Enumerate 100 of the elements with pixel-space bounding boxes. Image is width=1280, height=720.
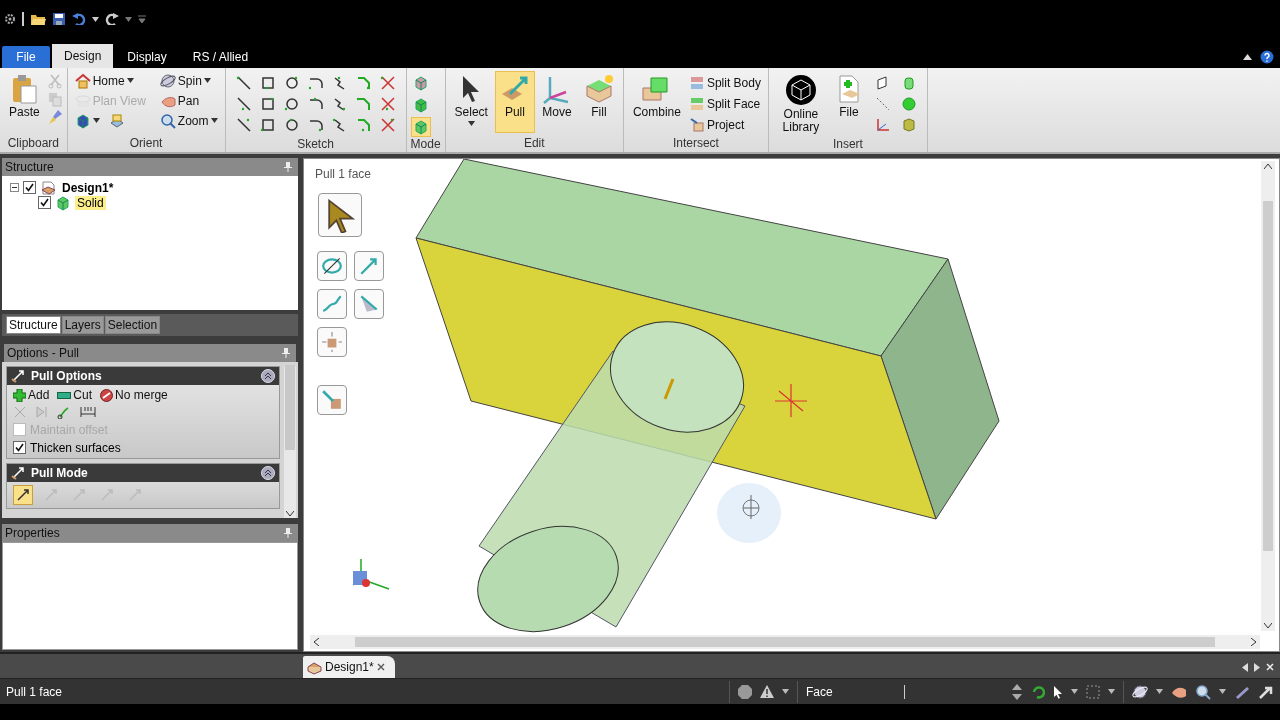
- revolve-tool[interactable]: [317, 251, 347, 281]
- home-icon[interactable]: [74, 72, 91, 89]
- draft-tool[interactable]: [354, 289, 384, 319]
- zoom-icon[interactable]: [1195, 683, 1211, 700]
- customize-icon[interactable]: [138, 15, 146, 23]
- panel-tab[interactable]: Selection: [104, 316, 161, 334]
- sketch-tool-icon[interactable]: [259, 96, 276, 112]
- sketch-tool-icon[interactable]: [283, 75, 300, 91]
- panel-tab[interactable]: Structure: [6, 316, 61, 334]
- caret-icon[interactable]: [203, 78, 211, 83]
- measure-icon[interactable]: [79, 405, 97, 419]
- scrollbar[interactable]: [284, 366, 296, 518]
- caret-icon[interactable]: [92, 118, 100, 123]
- caret-icon[interactable]: [1156, 689, 1163, 694]
- collapse-section-icon[interactable]: [261, 369, 275, 383]
- tree-item[interactable]: Design1*: [60, 180, 116, 195]
- section-header[interactable]: Pull Mode: [7, 464, 279, 482]
- scroll-left-icon[interactable]: [314, 638, 319, 646]
- checkbox[interactable]: [23, 181, 36, 194]
- tool-button[interactable]: Online Library: [772, 71, 829, 133]
- undo-icon[interactable]: [72, 13, 86, 25]
- sketch-tool-icon[interactable]: [235, 117, 252, 133]
- sketch-tool-icon[interactable]: [283, 96, 300, 112]
- ribbon-tab[interactable]: Design: [52, 44, 114, 68]
- tool-button[interactable]: Pan: [156, 91, 221, 110]
- pen-icon[interactable]: [1234, 684, 1250, 699]
- option-button[interactable]: Cut: [57, 388, 93, 402]
- zoom-icon[interactable]: [159, 112, 176, 129]
- pull-mode-button[interactable]: [13, 485, 33, 505]
- caret-icon[interactable]: [126, 78, 134, 83]
- tool-button[interactable]: Pull: [494, 71, 535, 133]
- selection-filter[interactable]: Face: [806, 684, 896, 699]
- caret-icon[interactable]: [1219, 689, 1226, 694]
- pin-icon[interactable]: [284, 528, 292, 538]
- caret-icon[interactable]: [467, 121, 475, 126]
- view-icon[interactable]: [108, 112, 125, 129]
- save-icon[interactable]: [52, 12, 66, 26]
- collapse-ribbon-icon[interactable]: [1243, 54, 1252, 60]
- settings-icon[interactable]: [4, 13, 16, 25]
- ribbon-tab[interactable]: RS / Allied: [180, 46, 261, 68]
- option-button[interactable]: Add: [13, 388, 50, 402]
- orbit-icon[interactable]: [1132, 683, 1148, 700]
- warning-icon[interactable]: [760, 685, 774, 698]
- pull-direction-tool[interactable]: [354, 251, 384, 281]
- select-arrow-tool[interactable]: [318, 193, 362, 237]
- format-painter-icon[interactable]: [46, 109, 63, 125]
- tool-button[interactable]: Zoom: [156, 111, 221, 130]
- stop-icon[interactable]: [738, 684, 752, 699]
- document-tab[interactable]: Design1*: [303, 656, 395, 678]
- origin-icon[interactable]: [874, 117, 891, 133]
- tool-button[interactable]: File: [830, 71, 867, 133]
- pointer-icon[interactable]: [1053, 684, 1063, 699]
- blend-cube-tool[interactable]: [317, 327, 347, 357]
- panel-tab[interactable]: Layers: [61, 316, 104, 334]
- redo-icon[interactable]: [105, 13, 119, 25]
- tool-button[interactable]: Project: [685, 115, 764, 134]
- scroll-up-icon[interactable]: [1264, 164, 1272, 169]
- section-header[interactable]: Pull Options: [7, 367, 279, 385]
- scroll-right-icon[interactable]: [1251, 638, 1256, 646]
- sketch-tool-icon[interactable]: [307, 117, 324, 133]
- pin-icon[interactable]: [282, 348, 290, 358]
- undo-view-icon[interactable]: [1031, 684, 1045, 699]
- tool-button[interactable]: Split Face: [685, 94, 764, 113]
- caret-icon[interactable]: [1108, 689, 1115, 694]
- scroll-down-icon[interactable]: [286, 511, 294, 516]
- caret-icon[interactable]: [782, 689, 789, 694]
- arrow-icon[interactable]: [1258, 684, 1274, 699]
- tool-button[interactable]: Fill: [578, 71, 619, 133]
- tool-button[interactable]: Split Body: [685, 73, 764, 92]
- tool-button[interactable]: Home: [71, 71, 149, 90]
- shell-icon[interactable]: [900, 117, 917, 133]
- sweep-path-tool[interactable]: [317, 289, 347, 319]
- sketch-tool-icon[interactable]: [259, 117, 276, 133]
- pin-icon[interactable]: [284, 162, 292, 172]
- option-button[interactable]: No merge: [100, 388, 168, 402]
- paste-button[interactable]: Paste: [4, 71, 45, 133]
- scrollbar[interactable]: [1261, 161, 1275, 631]
- orbit-icon[interactable]: [159, 72, 176, 89]
- ruled-icon[interactable]: [57, 405, 71, 419]
- close-icon[interactable]: [376, 663, 385, 671]
- project-icon[interactable]: [688, 116, 705, 133]
- checkbox[interactable]: [13, 441, 26, 454]
- collapse-section-icon[interactable]: [261, 466, 275, 480]
- ribbon-tab[interactable]: Display: [115, 46, 179, 68]
- scroll-down-icon[interactable]: [1264, 623, 1272, 628]
- tool-button[interactable]: Combine: [627, 71, 684, 133]
- scrollbar[interactable]: [310, 635, 1260, 649]
- caret-icon[interactable]: [92, 16, 99, 22]
- folder-icon[interactable]: [30, 12, 46, 26]
- caret-icon[interactable]: [210, 118, 218, 123]
- expander-icon[interactable]: [10, 183, 19, 192]
- spin-updown-icon[interactable]: [1011, 683, 1023, 700]
- sketch-tool-icon[interactable]: [307, 75, 324, 91]
- sphere-icon[interactable]: [900, 96, 917, 112]
- sketch-tool-icon[interactable]: [307, 96, 324, 112]
- tree-item[interactable]: Solid: [75, 195, 106, 210]
- tab-left-icon[interactable]: [1242, 662, 1248, 672]
- solid-body-icon[interactable]: [55, 194, 71, 211]
- ribbon-tab[interactable]: File: [2, 46, 50, 68]
- up-to-tool[interactable]: [317, 385, 347, 415]
